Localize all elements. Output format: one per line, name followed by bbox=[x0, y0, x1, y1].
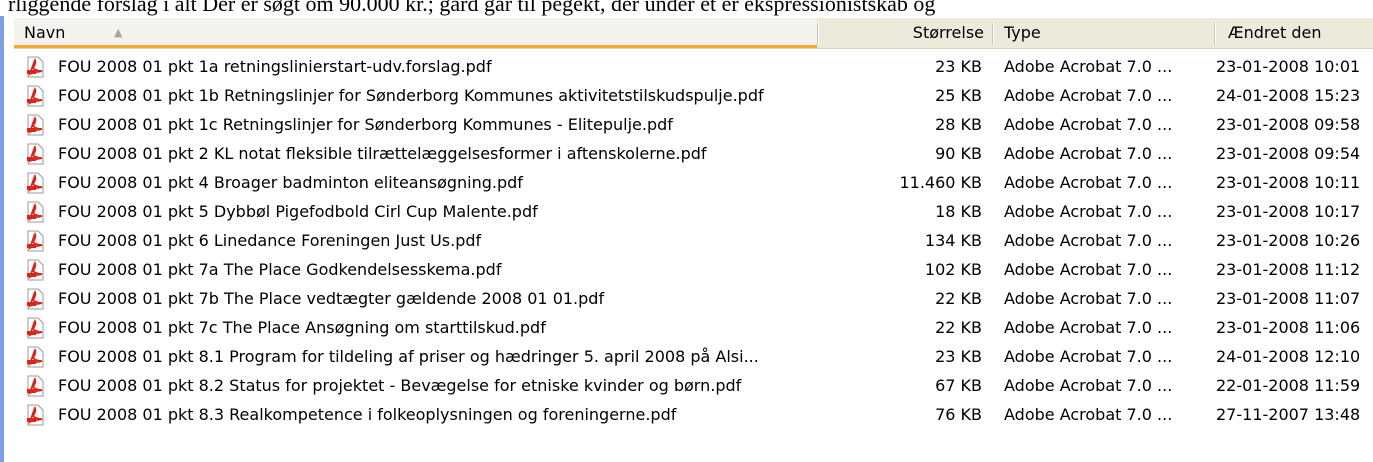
pdf-file-icon bbox=[24, 346, 46, 368]
file-name: FOU 2008 01 pkt 1c Retningslinjer for Sø… bbox=[58, 115, 673, 134]
file-name: FOU 2008 01 pkt 4 Broager badminton elit… bbox=[58, 173, 523, 192]
file-row[interactable]: FOU 2008 01 pkt 5 Dybbøl Pigefodbold Cir… bbox=[24, 198, 1373, 227]
sort-ascending-icon: ▲ bbox=[114, 26, 123, 39]
file-modified: 23-01-2008 10:11 bbox=[1216, 173, 1361, 192]
file-type: Adobe Acrobat 7.0 ... bbox=[1004, 231, 1173, 250]
file-row[interactable]: FOU 2008 01 pkt 8.1 Program for tildelin… bbox=[24, 343, 1373, 372]
pdf-file-icon bbox=[24, 143, 46, 165]
file-name: FOU 2008 01 pkt 7b The Place vedtægter g… bbox=[58, 289, 605, 308]
file-type: Adobe Acrobat 7.0 ... bbox=[1004, 202, 1173, 221]
file-size: 76 KB bbox=[935, 405, 982, 424]
column-header-size[interactable]: Størrelse bbox=[817, 18, 992, 48]
file-type: Adobe Acrobat 7.0 ... bbox=[1004, 144, 1173, 163]
file-row[interactable]: FOU 2008 01 pkt 7a The Place Godkendelse… bbox=[24, 256, 1373, 285]
file-modified: 23-01-2008 11:06 bbox=[1216, 318, 1361, 337]
file-row[interactable]: FOU 2008 01 pkt 8.3 Realkompetence i fol… bbox=[24, 401, 1373, 430]
column-header-type[interactable]: Type bbox=[992, 18, 1214, 48]
column-header-name-label: Navn bbox=[24, 23, 66, 42]
file-size: 67 KB bbox=[935, 376, 982, 395]
column-header-modified[interactable]: Ændret den bbox=[1214, 18, 1373, 48]
file-modified: 23-01-2008 10:26 bbox=[1216, 231, 1361, 250]
file-modified: 27-11-2007 13:48 bbox=[1216, 405, 1361, 424]
file-list: FOU 2008 01 pkt 1a retningslinierstart-u… bbox=[24, 53, 1373, 430]
file-row[interactable]: FOU 2008 01 pkt 4 Broager badminton elit… bbox=[24, 169, 1373, 198]
file-size: 18 KB bbox=[935, 202, 982, 221]
pdf-file-icon bbox=[24, 114, 46, 136]
file-type: Adobe Acrobat 7.0 ... bbox=[1004, 347, 1173, 366]
file-row[interactable]: FOU 2008 01 pkt 1a retningslinierstart-u… bbox=[24, 53, 1373, 82]
window-left-border bbox=[0, 16, 4, 462]
pdf-file-icon bbox=[24, 404, 46, 426]
file-modified: 23-01-2008 09:58 bbox=[1216, 115, 1361, 134]
pdf-file-icon bbox=[24, 259, 46, 281]
file-row[interactable]: FOU 2008 01 pkt 1c Retningslinjer for Sø… bbox=[24, 111, 1373, 140]
file-row[interactable]: FOU 2008 01 pkt 7b The Place vedtægter g… bbox=[24, 285, 1373, 314]
column-header-size-label: Størrelse bbox=[912, 23, 984, 42]
file-modified: 23-01-2008 10:17 bbox=[1216, 202, 1361, 221]
file-type: Adobe Acrobat 7.0 ... bbox=[1004, 173, 1173, 192]
pdf-file-icon bbox=[24, 230, 46, 252]
file-size: 28 KB bbox=[935, 115, 982, 134]
pdf-file-icon bbox=[24, 288, 46, 310]
column-header-bar: Navn ▲ Størrelse Type Ændret den bbox=[14, 18, 1373, 49]
pdf-file-icon bbox=[24, 85, 46, 107]
file-type: Adobe Acrobat 7.0 ... bbox=[1004, 289, 1173, 308]
file-name: FOU 2008 01 pkt 8.1 Program for tildelin… bbox=[58, 347, 759, 366]
file-size: 11.460 KB bbox=[899, 173, 982, 192]
file-size: 22 KB bbox=[935, 289, 982, 308]
pdf-file-icon bbox=[24, 172, 46, 194]
file-name: FOU 2008 01 pkt 2 KL notat fleksible til… bbox=[58, 144, 707, 163]
file-name: FOU 2008 01 pkt 5 Dybbøl Pigefodbold Cir… bbox=[58, 202, 538, 221]
file-name: FOU 2008 01 pkt 7c The Place Ansøgning o… bbox=[58, 318, 546, 337]
file-row[interactable]: FOU 2008 01 pkt 7c The Place Ansøgning o… bbox=[24, 314, 1373, 343]
column-header-type-label: Type bbox=[1004, 23, 1041, 42]
file-modified: 24-01-2008 15:23 bbox=[1216, 86, 1361, 105]
pdf-file-icon bbox=[24, 201, 46, 223]
file-row[interactable]: FOU 2008 01 pkt 2 KL notat fleksible til… bbox=[24, 140, 1373, 169]
file-size: 23 KB bbox=[935, 57, 982, 76]
pdf-file-icon bbox=[24, 56, 46, 78]
file-type: Adobe Acrobat 7.0 ... bbox=[1004, 115, 1173, 134]
file-row[interactable]: FOU 2008 01 pkt 8.2 Status for projektet… bbox=[24, 372, 1373, 401]
file-modified: 23-01-2008 09:54 bbox=[1216, 144, 1361, 163]
file-size: 102 KB bbox=[924, 260, 982, 279]
file-modified: 23-01-2008 11:07 bbox=[1216, 289, 1361, 308]
file-type: Adobe Acrobat 7.0 ... bbox=[1004, 405, 1173, 424]
file-name: FOU 2008 01 pkt 6 Linedance Foreningen J… bbox=[58, 231, 482, 250]
pdf-file-icon bbox=[24, 375, 46, 397]
file-modified: 23-01-2008 10:01 bbox=[1216, 57, 1361, 76]
pdf-file-icon bbox=[24, 317, 46, 339]
file-type: Adobe Acrobat 7.0 ... bbox=[1004, 86, 1173, 105]
file-size: 90 KB bbox=[935, 144, 982, 163]
column-header-name[interactable]: Navn ▲ bbox=[14, 18, 817, 48]
file-modified: 23-01-2008 11:12 bbox=[1216, 260, 1361, 279]
file-type: Adobe Acrobat 7.0 ... bbox=[1004, 318, 1173, 337]
file-type: Adobe Acrobat 7.0 ... bbox=[1004, 57, 1173, 76]
file-name: FOU 2008 01 pkt 8.2 Status for projektet… bbox=[58, 376, 742, 395]
file-row[interactable]: FOU 2008 01 pkt 1b Retningslinjer for Sø… bbox=[24, 82, 1373, 111]
file-size: 25 KB bbox=[935, 86, 982, 105]
file-row[interactable]: FOU 2008 01 pkt 6 Linedance Foreningen J… bbox=[24, 227, 1373, 256]
sorted-column-indicator bbox=[14, 45, 817, 48]
file-modified: 24-01-2008 12:10 bbox=[1216, 347, 1361, 366]
file-name: FOU 2008 01 pkt 1a retningslinierstart-u… bbox=[58, 57, 492, 76]
file-type: Adobe Acrobat 7.0 ... bbox=[1004, 260, 1173, 279]
background-document-text: rliggende forslag i alt Der er søgt om 9… bbox=[8, 0, 936, 16]
file-name: FOU 2008 01 pkt 7a The Place Godkendelse… bbox=[58, 260, 502, 279]
file-type: Adobe Acrobat 7.0 ... bbox=[1004, 376, 1173, 395]
file-modified: 22-01-2008 11:59 bbox=[1216, 376, 1361, 395]
column-header-modified-label: Ændret den bbox=[1228, 23, 1322, 42]
file-name: FOU 2008 01 pkt 1b Retningslinjer for Sø… bbox=[58, 86, 764, 105]
file-size: 23 KB bbox=[935, 347, 982, 366]
file-size: 22 KB bbox=[935, 318, 982, 337]
file-name: FOU 2008 01 pkt 8.3 Realkompetence i fol… bbox=[58, 405, 677, 424]
file-size: 134 KB bbox=[924, 231, 982, 250]
document-background-strip: rliggende forslag i alt Der er søgt om 9… bbox=[0, 0, 1373, 16]
